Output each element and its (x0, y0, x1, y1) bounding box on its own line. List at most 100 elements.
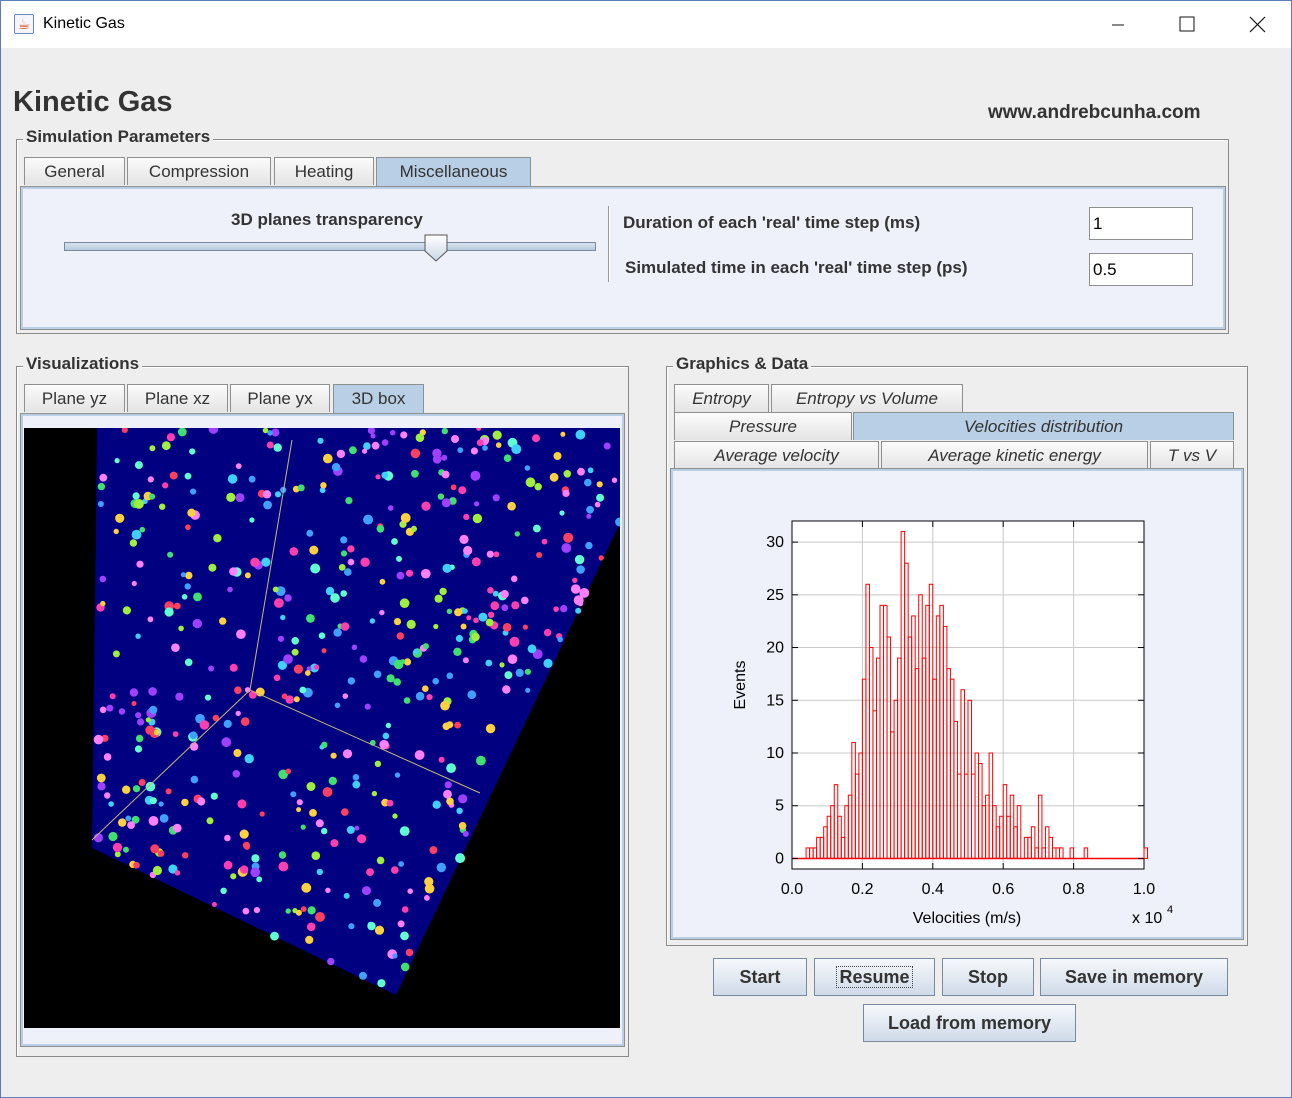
particle (572, 577, 578, 583)
particle (149, 445, 156, 452)
particle (446, 721, 454, 729)
particle (424, 895, 430, 901)
particle (330, 839, 339, 848)
particle (352, 780, 361, 789)
particle (490, 601, 500, 611)
particle (563, 532, 574, 543)
particle (453, 647, 462, 656)
particle (99, 575, 107, 583)
particle (255, 687, 265, 697)
minimize-icon[interactable] (1095, 1, 1141, 47)
particle (549, 472, 559, 482)
particle (426, 694, 433, 701)
tab-average-kinetic-energy[interactable]: Average kinetic energy (881, 441, 1148, 469)
particle (226, 492, 236, 502)
particle (112, 842, 123, 853)
particle (340, 550, 348, 557)
particle (300, 824, 306, 830)
tab-t-vs-v[interactable]: T vs V (1150, 441, 1234, 469)
particle (467, 690, 477, 700)
particle (413, 649, 419, 655)
tab-average-velocity[interactable]: Average velocity (674, 441, 879, 469)
particle (598, 555, 604, 561)
simulated-time-field[interactable]: 0.5 (1089, 253, 1193, 286)
simulated-time-label: Simulated time in each 'real' time step … (625, 258, 968, 277)
tab-general[interactable]: General (24, 157, 125, 185)
particle (180, 572, 186, 578)
tab-plane-yx[interactable]: Plane yx (230, 384, 330, 412)
save-in-memory-button[interactable]: Save in memory (1040, 958, 1228, 996)
particle (211, 902, 217, 907)
particle (190, 488, 197, 495)
3d-box-view[interactable] (24, 428, 620, 1028)
tab-miscellaneous[interactable]: Miscellaneous (376, 157, 531, 187)
x-tick-label: 1.0 (1133, 881, 1155, 898)
window-title: Kinetic Gas (43, 15, 125, 32)
particle (272, 586, 279, 593)
particle (559, 510, 565, 516)
particle (463, 545, 473, 556)
tab-3d-box[interactable]: 3D box (333, 384, 424, 414)
particle (148, 687, 157, 696)
load-from-memory-button[interactable]: Load from memory (863, 1004, 1076, 1042)
duration-field[interactable]: 1 (1089, 207, 1193, 240)
stop-button[interactable]: Stop (942, 958, 1034, 996)
particle (145, 717, 151, 723)
particle (585, 541, 593, 550)
particle (108, 801, 114, 807)
particle (184, 658, 193, 667)
tab-entropy-vs-volume[interactable]: Entropy vs Volume (771, 384, 963, 412)
particle (313, 664, 320, 670)
particle (536, 552, 543, 558)
particle (347, 545, 355, 553)
particle (235, 463, 242, 469)
java-icon: ☕ (14, 14, 34, 34)
tab-compression[interactable]: Compression (127, 157, 271, 185)
tab-plane-xz[interactable]: Plane xz (127, 384, 228, 412)
particle (193, 592, 202, 602)
close-icon[interactable] (1234, 1, 1280, 47)
particle (462, 830, 469, 837)
particle (362, 886, 371, 896)
x-axis-label: Velocities (m/s) (913, 910, 1021, 927)
particle (443, 789, 452, 799)
particle (291, 648, 299, 656)
resume-button[interactable]: Resume (814, 958, 935, 996)
y-tick-label: 20 (766, 640, 784, 657)
maximize-icon[interactable] (1164, 1, 1210, 47)
particle (263, 500, 272, 510)
window-title-bar[interactable]: ☕ Kinetic Gas (0, 0, 1292, 48)
particle (240, 717, 250, 726)
particle (321, 648, 327, 654)
particle (129, 539, 138, 547)
tab-plane-yz[interactable]: Plane yz (24, 384, 125, 412)
particle (248, 475, 256, 483)
particle (346, 825, 355, 834)
particle (422, 685, 429, 692)
particle (112, 650, 120, 658)
particle (424, 877, 434, 887)
tab-heating[interactable]: Heating (274, 157, 374, 185)
particle (473, 617, 479, 624)
transparency-slider-thumb[interactable] (424, 234, 448, 262)
particle (470, 447, 478, 455)
y-tick-label: 25 (766, 587, 784, 604)
particle (333, 628, 342, 637)
tab-velocities-distribution[interactable]: Velocities distribution (853, 412, 1234, 440)
x-axis-multiplier: x 10 (1132, 910, 1162, 927)
particle (476, 439, 484, 447)
particle (532, 434, 540, 443)
particle (100, 600, 106, 607)
particle (399, 826, 410, 836)
particle (253, 907, 260, 914)
particle (230, 873, 237, 880)
particle (347, 677, 355, 685)
tab-entropy[interactable]: Entropy (674, 384, 769, 412)
particle (283, 654, 293, 664)
tab-pressure[interactable]: Pressure (674, 412, 852, 440)
particle (262, 490, 272, 499)
particle (507, 501, 516, 511)
particle (169, 471, 178, 480)
start-button[interactable]: Start (713, 958, 807, 996)
transparency-slider-track[interactable] (64, 242, 596, 251)
